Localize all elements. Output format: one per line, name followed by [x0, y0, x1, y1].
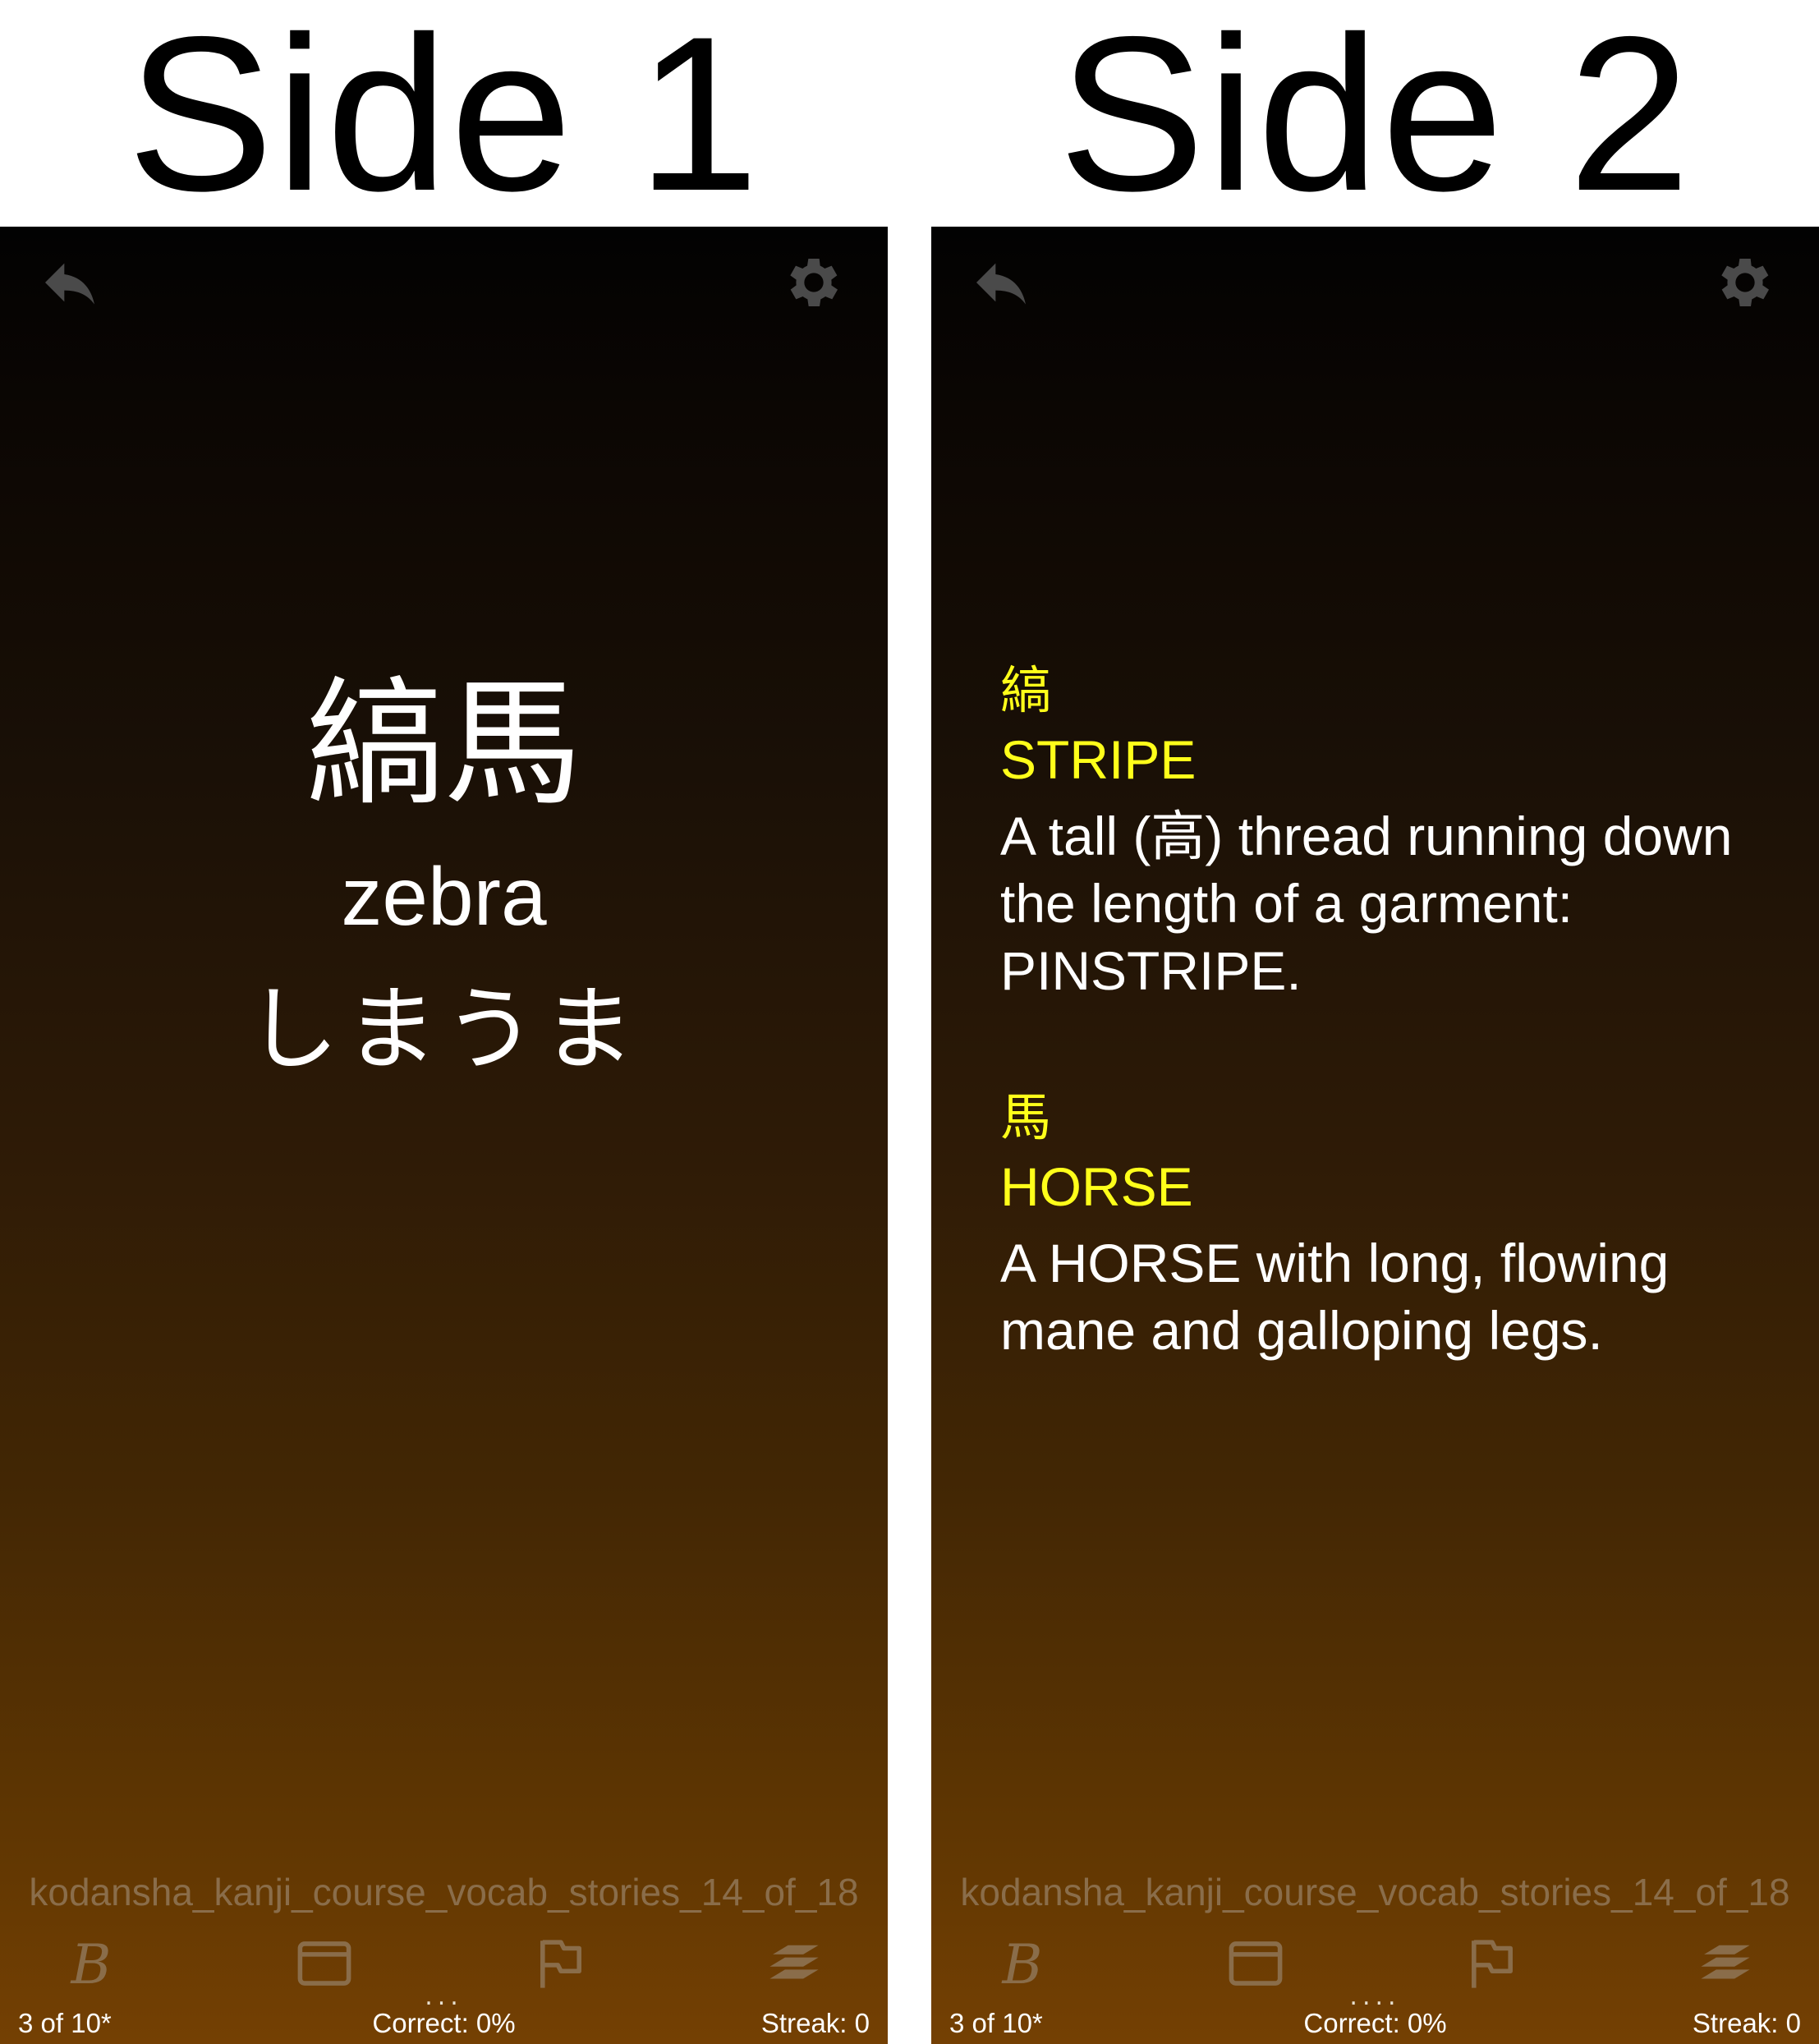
flag-icon[interactable] — [531, 1933, 591, 1994]
kanji-entry: 馬 HORSE A HORSE with long, flowing mane … — [1000, 1085, 1778, 1364]
card-back[interactable]: 縞 STRIPE A tall (高) thread running down … — [1000, 658, 1778, 1445]
vocab-meaning: zebra — [341, 851, 547, 943]
streak-count: Streak: 0 — [760, 2008, 870, 2038]
status-bar: 3 of 10* Correct: 0% Streak: 0 — [0, 2005, 888, 2042]
vocab-kanji: 縞馬 — [305, 664, 582, 824]
gear-icon[interactable] — [1712, 250, 1778, 315]
entry-kanji: 縞 — [1000, 660, 1052, 720]
streak-count: Streak: 0 — [1692, 2008, 1801, 2038]
card-icon[interactable] — [1225, 1933, 1286, 1994]
back-arrow-icon[interactable] — [968, 250, 1034, 315]
deck-stack-icon[interactable] — [764, 1933, 825, 1994]
entry-kanji: 馬 — [1000, 1087, 1052, 1147]
gear-icon[interactable] — [781, 250, 847, 315]
svg-text:B: B — [70, 1933, 112, 1994]
svg-text:B: B — [1001, 1933, 1043, 1994]
kanji-entry: 縞 STRIPE A tall (高) thread running down … — [1000, 658, 1778, 1004]
progress-dots: .... — [1349, 1982, 1401, 2011]
side-2-heading: Side 2 — [1058, 0, 1693, 237]
entry-keyword: HORSE — [1000, 1156, 1193, 1217]
entry-keyword: STRIPE — [1000, 729, 1197, 790]
flashcard-screen-side-2: 縞 STRIPE A tall (高) thread running down … — [931, 227, 1819, 2044]
flag-icon[interactable] — [1462, 1933, 1523, 1994]
correct-percent: Correct: 0% — [1303, 2008, 1447, 2038]
bold-b-icon[interactable]: B — [61, 1933, 122, 1994]
entry-story: A HORSE with long, flowing mane and gall… — [1000, 1233, 1670, 1361]
card-icon[interactable] — [294, 1933, 355, 1994]
deck-stack-icon[interactable] — [1695, 1933, 1756, 1994]
card-front[interactable]: 縞馬 zebra しまうま — [0, 654, 888, 1095]
vocab-reading: しまうま — [246, 976, 641, 1083]
deck-name: kodansha_kanji_course_vocab_stories_14_o… — [960, 1871, 1790, 1913]
flashcard-screen-side-1: 縞馬 zebra しまうま kodansha_kanji_course_voca… — [0, 227, 888, 2044]
back-arrow-icon[interactable] — [37, 250, 103, 315]
bold-b-icon[interactable]: B — [992, 1933, 1053, 1994]
status-bar: 3 of 10* Correct: 0% Streak: 0 — [931, 2005, 1819, 2042]
deck-name: kodansha_kanji_course_vocab_stories_14_o… — [29, 1871, 859, 1913]
correct-percent: Correct: 0% — [372, 2008, 516, 2038]
progress-dots: ... — [425, 1982, 463, 2011]
entry-story: A tall (高) thread running down the lengt… — [1000, 806, 1733, 1001]
side-1-heading: Side 1 — [126, 0, 761, 237]
